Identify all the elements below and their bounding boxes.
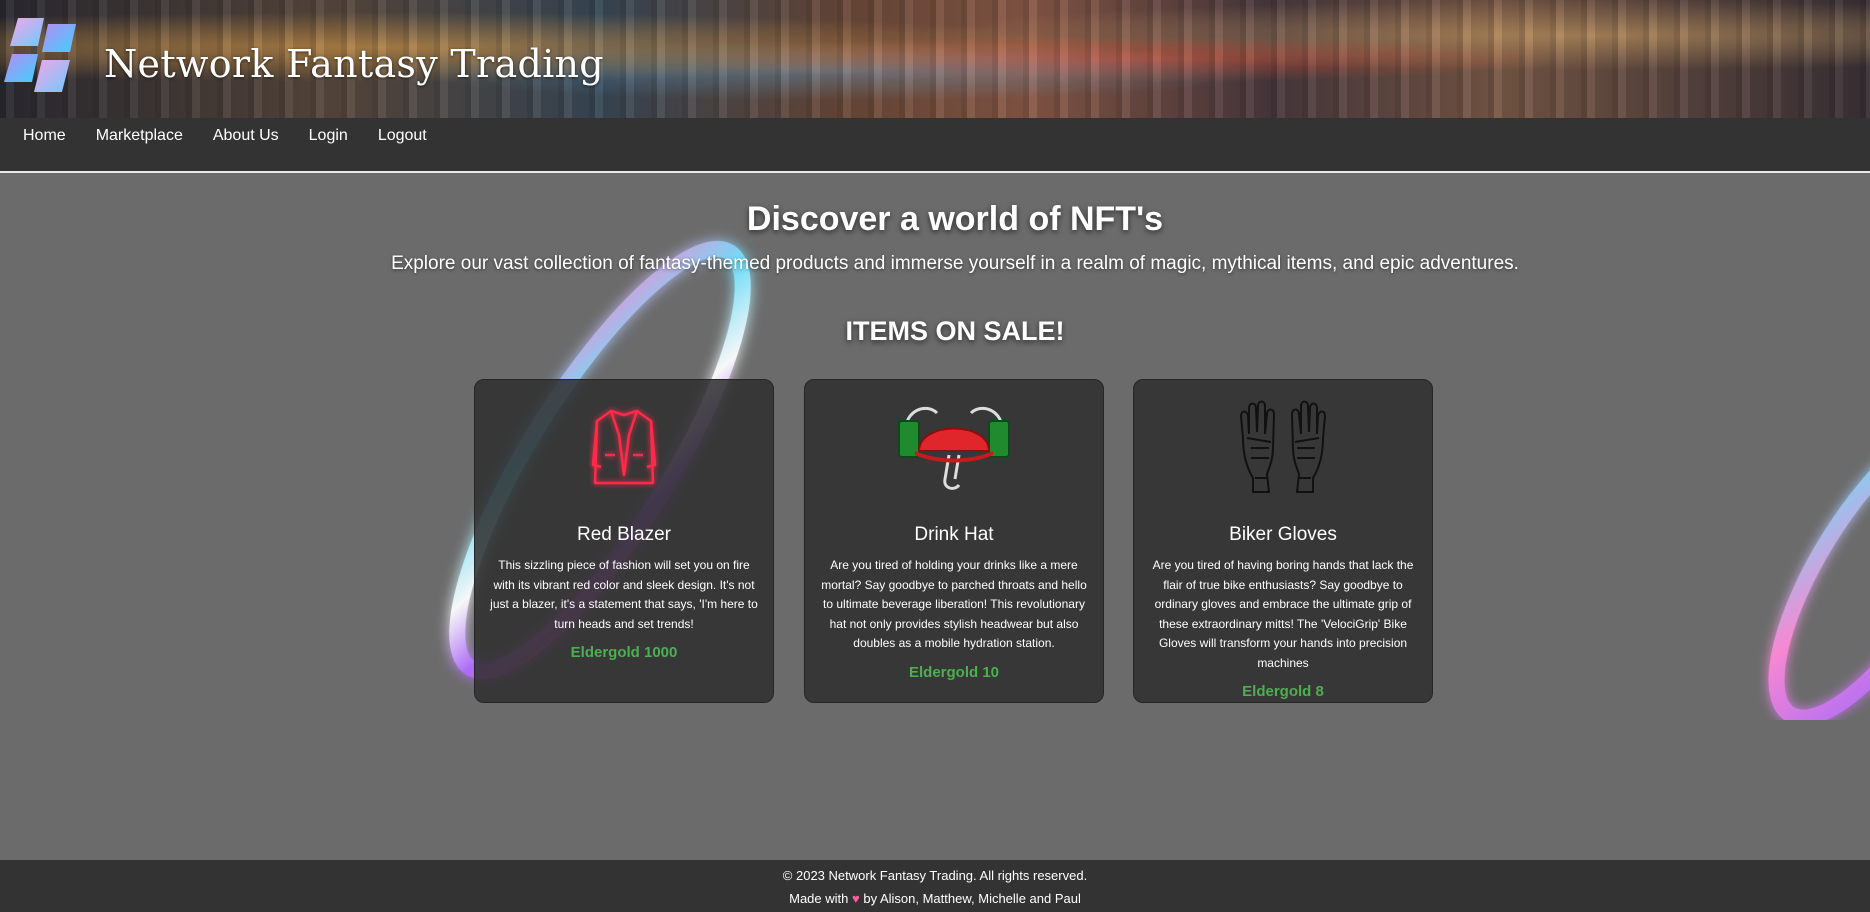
product-description: Are you tired of holding your drinks lik… — [821, 558, 1087, 650]
blazer-icon — [489, 392, 759, 502]
product-description: This sizzling piece of fashion will set … — [490, 558, 758, 631]
product-title[interactable]: Biker Gloves — [1148, 524, 1418, 546]
product-title[interactable]: Drink Hat — [819, 524, 1089, 546]
main-nav: Home Marketplace About Us Login Logout — [0, 118, 1870, 173]
product-price: Eldergold 1000 — [570, 644, 678, 661]
header-banner: Network Fantasy Trading — [0, 0, 1870, 118]
footer-copyright: © 2023 Network Fantasy Trading. All righ… — [782, 868, 1088, 883]
drink-hat-icon — [819, 392, 1089, 502]
nav-marketplace[interactable]: Marketplace — [96, 127, 183, 145]
items-on-sale-heading: ITEMS ON SALE! — [845, 316, 1065, 346]
product-title[interactable]: Red Blazer — [489, 524, 759, 546]
hero-title: Discover a world of NFT's — [746, 200, 1164, 238]
site-title[interactable]: Network Fantasy Trading — [104, 42, 604, 86]
holographic-ring-right — [1768, 440, 1870, 720]
made-with-text: Made with — [789, 891, 849, 906]
nav-about-us[interactable]: About Us — [213, 127, 279, 145]
authors-text: by Alison, Matthew, Michelle and Paul — [863, 891, 1081, 906]
hero-subtitle: Explore our vast collection of fantasy-t… — [391, 253, 1519, 274]
heart-icon: ♥ — [852, 891, 860, 906]
product-price: Eldergold 10 — [908, 663, 1000, 681]
footer-credits: Made with ♥ by Alison, Matthew, Michelle… — [0, 883, 1870, 906]
product-card-biker-gloves[interactable]: Biker Gloves Are you tired of having bor… — [1133, 379, 1433, 703]
nav-logout[interactable]: Logout — [378, 127, 427, 145]
product-card-drink-hat[interactable]: Drink Hat Are you tired of holding your … — [804, 379, 1104, 703]
gloves-icon — [1148, 392, 1418, 502]
footer: © 2023 Network Fantasy Trading. All righ… — [0, 860, 1870, 912]
product-price: Eldergold 8 — [1242, 683, 1324, 700]
logo-icon[interactable] — [4, 14, 76, 96]
nav-home[interactable]: Home — [23, 127, 66, 145]
nav-login[interactable]: Login — [309, 127, 348, 145]
product-description: Are you tired of having boring hands tha… — [1152, 558, 1414, 670]
product-card-red-blazer[interactable]: Red Blazer This sizzling piece of fashio… — [474, 379, 774, 703]
